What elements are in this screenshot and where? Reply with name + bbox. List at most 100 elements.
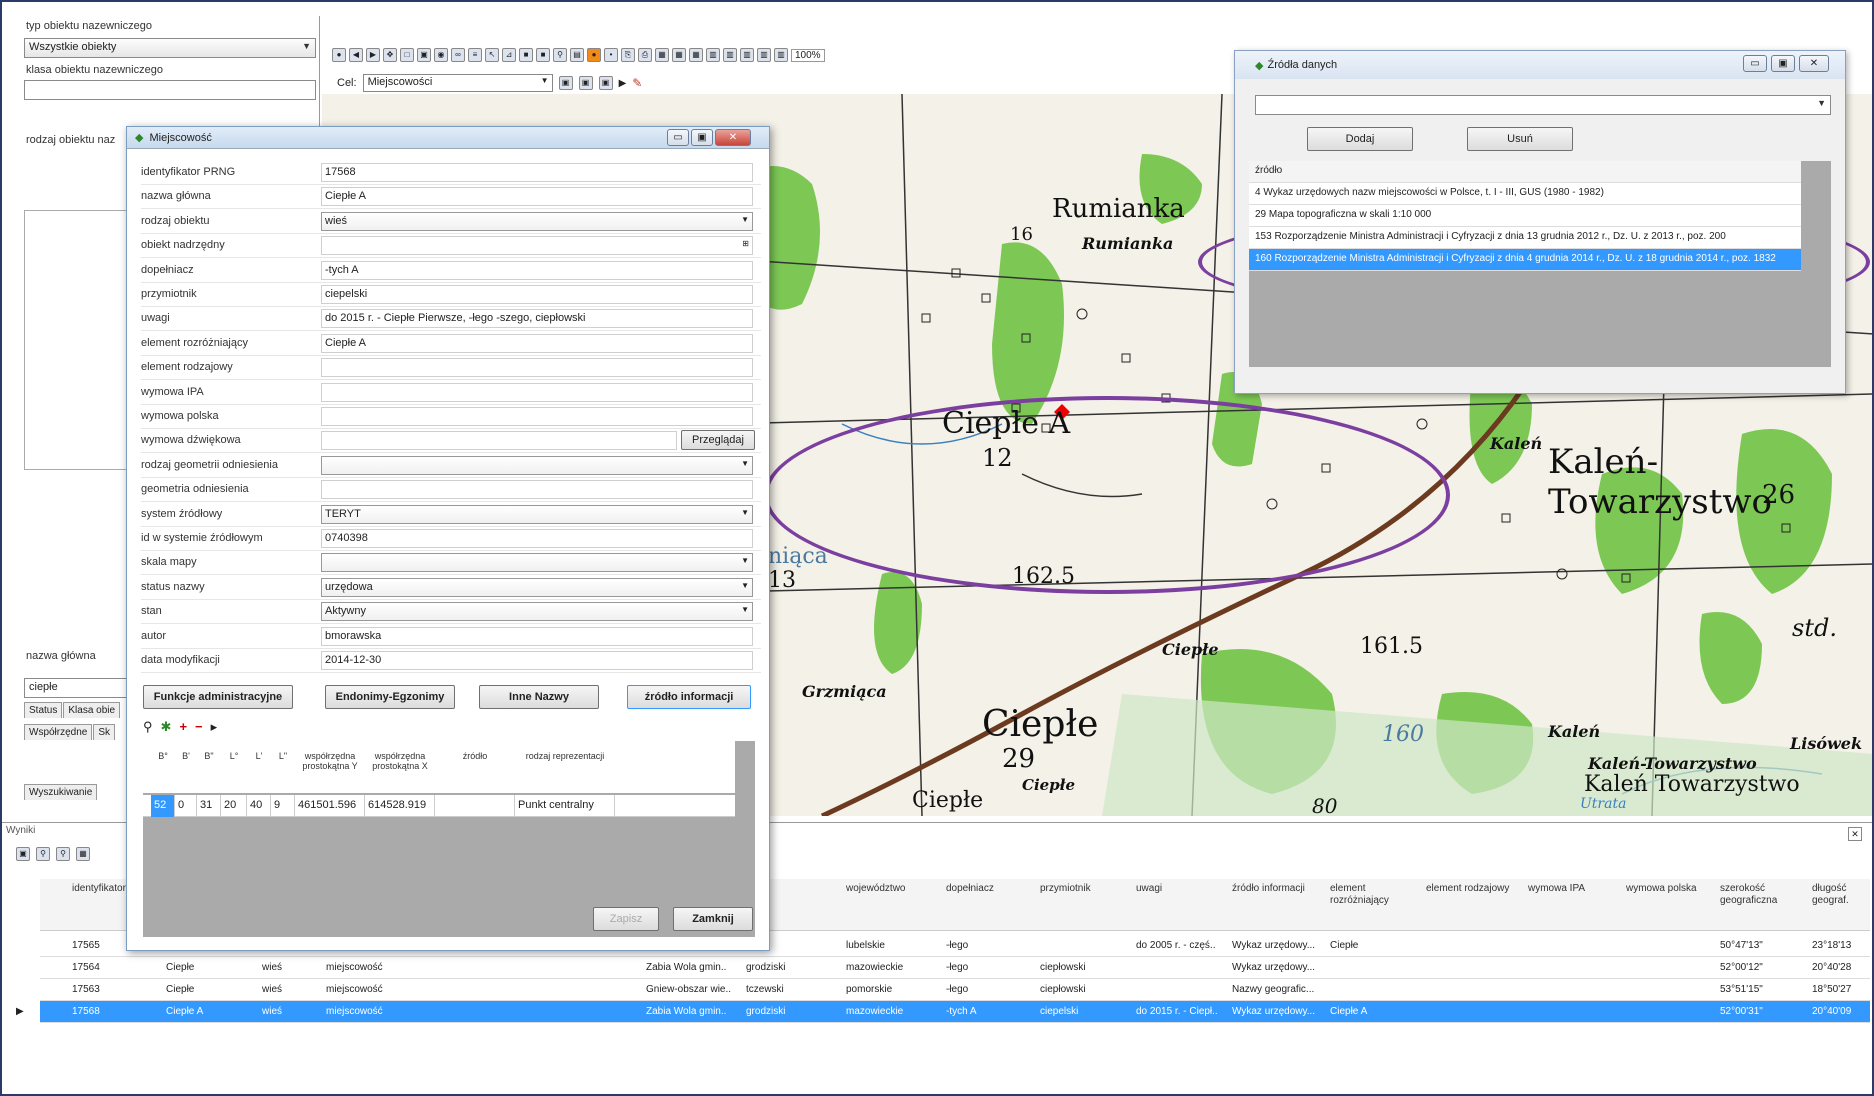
tile5-icon[interactable]: ▥ xyxy=(774,48,788,62)
table-icon[interactable]: ▤ xyxy=(570,48,584,62)
layers-icon[interactable]: ≡ xyxy=(468,48,482,62)
globe-icon[interactable]: ● xyxy=(332,48,346,62)
source-row[interactable]: 4 Wykaz urzędowych nazw miejscowości w P… xyxy=(1249,183,1801,205)
field-value[interactable]: ⊞ xyxy=(321,236,753,256)
find-icon[interactable]: ⚲ xyxy=(553,48,567,62)
save-button[interactable]: Zapisz xyxy=(593,907,659,931)
field-value[interactable]: wieś ▼ xyxy=(321,211,753,231)
source-row[interactable]: 29 Mapa topograficzna w skali 1:10 000 xyxy=(1249,205,1801,227)
results-column-header[interactable]: źródło informacji xyxy=(1228,883,1326,895)
coord-cell[interactable]: 52 xyxy=(151,795,175,817)
target-select[interactable]: Miejscowości ▼ xyxy=(362,74,553,92)
tile4-icon[interactable]: ▥ xyxy=(757,48,771,62)
coord-cell[interactable]: 0 xyxy=(175,795,197,817)
field-value[interactable] xyxy=(321,382,753,402)
other-names-button[interactable]: Inne Nazwy xyxy=(479,685,599,709)
measure-icon[interactable]: ⊿ xyxy=(502,48,516,62)
field-value[interactable]: urzędowa ▼ xyxy=(321,577,753,597)
expand-icon[interactable]: ⊞ xyxy=(742,239,749,248)
coord-cell[interactable]: Punkt centralny xyxy=(515,795,615,817)
results-column-header[interactable]: szerokość geograficzna xyxy=(1716,883,1808,907)
tile3-icon[interactable]: ▥ xyxy=(740,48,754,62)
pan-icon[interactable]: ✥ xyxy=(383,48,397,62)
sources-select[interactable]: ▼ xyxy=(1255,95,1831,115)
results-column-header[interactable]: wymowa IPA xyxy=(1524,883,1622,895)
zoom-icon[interactable]: ⚲ xyxy=(143,719,153,735)
coord-cell[interactable] xyxy=(435,795,515,817)
field-value[interactable]: Ciepłe A xyxy=(321,333,753,353)
grid-icon[interactable]: ▦ xyxy=(655,48,669,62)
add-icon[interactable]: + xyxy=(179,719,187,735)
field-value[interactable]: bmorawska xyxy=(321,626,753,646)
source-row[interactable]: 153 Rozporządzenie Ministra Administracj… xyxy=(1249,227,1801,249)
field-value[interactable]: Aktywny ▼ xyxy=(321,602,753,622)
field-value[interactable]: ciepelski xyxy=(321,285,753,304)
minimize-button[interactable]: ▭ xyxy=(667,129,689,146)
target-tool2-icon[interactable]: ▣ xyxy=(578,76,593,90)
tab-scale[interactable]: Sk xyxy=(93,724,116,740)
zoom-full-icon[interactable]: □ xyxy=(400,48,414,62)
marker-icon[interactable]: ● xyxy=(587,48,601,62)
tab-status[interactable]: Status xyxy=(24,702,63,718)
results-column-header[interactable]: dopełniacz xyxy=(942,883,1036,895)
field-value[interactable]: TERYT ▼ xyxy=(321,504,753,524)
object-kind-list[interactable] xyxy=(24,210,134,470)
coord-cell[interactable]: 9 xyxy=(271,795,295,817)
field-value[interactable]: do 2015 r. - Ciepłe Pierwsze, -łego -sze… xyxy=(321,309,753,329)
field-value[interactable]: -tych A xyxy=(321,260,753,280)
zoom-to2-icon[interactable]: ⚲ xyxy=(56,847,70,861)
pencil-icon[interactable]: ✎ xyxy=(632,76,642,90)
play-icon[interactable]: ▶ xyxy=(619,78,627,89)
export-results-icon[interactable]: ▦ xyxy=(76,847,90,861)
field-value[interactable] xyxy=(321,407,753,426)
remove-icon[interactable]: − xyxy=(195,719,203,735)
maximize-button[interactable]: ▣ xyxy=(691,129,713,146)
tab-search[interactable]: Wyszukiwanie xyxy=(24,784,98,800)
field-value[interactable]: ▼ xyxy=(321,455,753,475)
zoom-to-icon[interactable]: ⚲ xyxy=(36,847,50,861)
play-icon[interactable]: ▸ xyxy=(211,719,218,735)
target-tool3-icon[interactable]: ▣ xyxy=(598,76,613,90)
coord-cell[interactable]: 461501.596 xyxy=(295,795,365,817)
field-value[interactable]: 0740398 xyxy=(321,529,753,548)
field-value[interactable] xyxy=(321,358,753,378)
snowflake-icon[interactable]: ✱ xyxy=(161,719,172,735)
field-value[interactable]: Ciepłe A xyxy=(321,187,753,207)
grid3-icon[interactable]: ▦ xyxy=(689,48,703,62)
results-column-header[interactable]: województwo xyxy=(842,883,942,895)
maximize-button[interactable]: ▣ xyxy=(1771,55,1795,72)
zoom-layer-icon[interactable]: ▣ xyxy=(417,48,431,62)
minimize-button[interactable]: ▭ xyxy=(1743,55,1767,72)
coord-cell[interactable]: 40 xyxy=(247,795,271,817)
results-column-header[interactable]: element rozróżniający xyxy=(1326,883,1422,907)
field-value[interactable]: 17568 xyxy=(321,163,753,182)
results-column-header[interactable]: uwagi xyxy=(1132,883,1228,895)
add-button[interactable]: Dodaj xyxy=(1307,127,1413,151)
export-icon[interactable]: ⎘ xyxy=(621,48,635,62)
field-value[interactable] xyxy=(321,431,677,451)
close-dialog-button[interactable]: Zamknij xyxy=(673,907,753,931)
close-button[interactable]: ✕ xyxy=(1799,55,1829,72)
coord-cell[interactable]: 614528.919 xyxy=(365,795,435,817)
source-row-selected[interactable]: 160 Rozporządzenie Ministra Administracj… xyxy=(1249,249,1801,271)
object-type-select[interactable]: Wszystkie obiekty ▼ xyxy=(24,38,316,58)
target-tool-icon[interactable]: ▣ xyxy=(558,76,573,90)
sources-scrollbar[interactable] xyxy=(1801,161,1831,367)
arrow-right-icon[interactable]: ▶ xyxy=(366,48,380,62)
results-column-header[interactable]: długość geograf. xyxy=(1808,883,1868,907)
results-column-header[interactable]: przymiotnik xyxy=(1036,883,1132,895)
tile2-icon[interactable]: ▥ xyxy=(723,48,737,62)
close-button[interactable]: ✕ xyxy=(715,129,751,146)
coord-cell[interactable]: 20 xyxy=(221,795,247,817)
binoculars-icon[interactable]: ∞ xyxy=(451,48,465,62)
close-icon[interactable]: ✕ xyxy=(1848,827,1862,841)
field-value[interactable]: ▼ xyxy=(321,553,753,573)
admin-functions-button[interactable]: Funkcje administracyjne xyxy=(143,685,293,709)
remove-button[interactable]: Usuń xyxy=(1467,127,1573,151)
zoom-level-select[interactable]: 100% xyxy=(791,48,825,62)
coord-cell[interactable]: 31 xyxy=(197,795,221,817)
pointer-icon[interactable]: ↖ xyxy=(485,48,499,62)
endonyms-button[interactable]: Endonimy-Egzonimy xyxy=(325,685,455,709)
results-column-header[interactable]: element rodzajowy xyxy=(1422,883,1524,895)
grid2-icon[interactable]: ▦ xyxy=(672,48,686,62)
